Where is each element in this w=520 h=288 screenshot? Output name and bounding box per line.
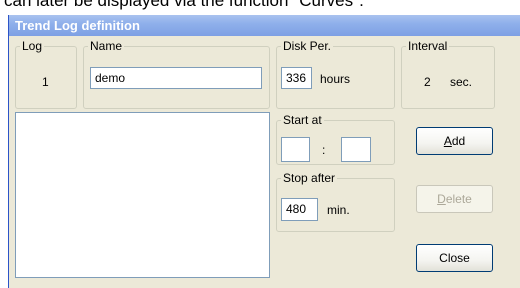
time-separator: : (322, 143, 326, 157)
delete-button-label: elete (445, 192, 472, 206)
start-minutes-input[interactable] (341, 137, 371, 162)
stop-after-input[interactable]: 480 (281, 198, 318, 221)
start-at-group: Start at : (276, 114, 395, 165)
dialog-client-area: Log 1 Name demo Disk Per. 336 hours Inte… (9, 36, 520, 288)
interval-unit: sec. (450, 75, 473, 89)
disk-per-legend: Disk Per. (283, 39, 332, 53)
add-button-label: dd (451, 134, 466, 148)
name-group: Name demo (83, 40, 270, 109)
stop-after-group: Stop after 480 min. (276, 172, 395, 232)
close-button-label: Close (439, 251, 470, 265)
log-legend: Log (22, 39, 43, 53)
name-legend: Name (90, 39, 123, 53)
dialog-title: Trend Log definition (15, 18, 140, 33)
disk-per-input[interactable]: 336 (281, 67, 312, 89)
start-hours-input[interactable] (281, 137, 310, 162)
log-group: Log 1 (15, 40, 77, 109)
interval-group: Interval 2 sec. (401, 40, 495, 109)
stop-after-unit: min. (327, 203, 350, 217)
delete-button[interactable]: Delete (416, 185, 493, 213)
delete-button-mnemonic: D (437, 192, 446, 206)
name-input[interactable]: demo (90, 67, 262, 89)
interval-value: 2 (424, 75, 431, 89)
disk-per-unit: hours (320, 72, 351, 86)
caption-text: can later be displayed via the function … (4, 0, 364, 10)
trend-log-dialog: Trend Log definition Log 1 Name demo Dis… (8, 15, 520, 288)
trend-log-list[interactable] (15, 112, 270, 278)
close-button[interactable]: Close (416, 244, 493, 272)
add-button[interactable]: Add (416, 127, 493, 155)
disk-per-group: Disk Per. 336 hours (276, 40, 395, 109)
interval-legend: Interval (408, 39, 448, 53)
add-button-mnemonic: A (443, 134, 452, 148)
log-number: 1 (42, 75, 49, 89)
stop-after-legend: Stop after (283, 171, 336, 185)
start-at-legend: Start at (283, 113, 322, 127)
dialog-title-bar: Trend Log definition (9, 15, 520, 36)
